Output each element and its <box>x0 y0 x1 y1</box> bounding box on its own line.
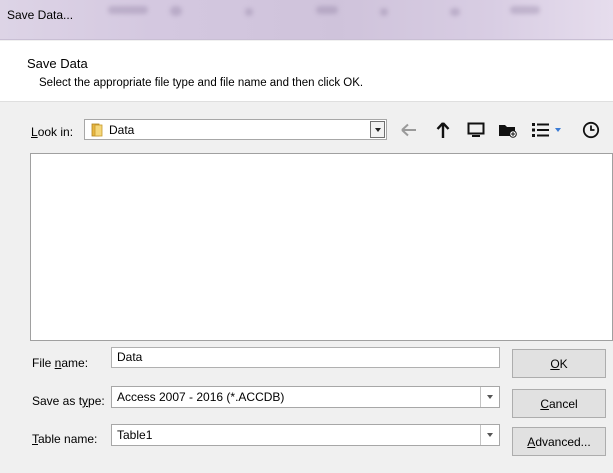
desktop-icon[interactable] <box>465 119 487 141</box>
dialog-instructions: Select the appropriate file type and fil… <box>39 77 364 89</box>
titlebar-blur <box>170 6 182 16</box>
file-list[interactable] <box>30 153 613 341</box>
view-menu-icon[interactable] <box>530 119 566 141</box>
titlebar-blur <box>316 6 338 14</box>
window-title: Save Data... <box>7 8 74 22</box>
table-name-value: Table1 <box>117 428 153 442</box>
file-name-input[interactable]: Data <box>111 347 500 368</box>
back-arrow-icon[interactable] <box>398 119 420 141</box>
folder-icon <box>89 123 105 140</box>
advanced-button[interactable]: Advanced... <box>512 427 606 456</box>
look-in-dropdown-button[interactable] <box>370 121 385 138</box>
titlebar-blur <box>450 8 460 16</box>
chevron-down-icon <box>374 127 381 132</box>
table-name-dropdown-button[interactable] <box>480 425 499 445</box>
file-name-label: File name: <box>32 356 89 370</box>
save-as-type-value: Access 2007 - 2016 (*.ACCDB) <box>117 390 285 404</box>
titlebar-blur <box>245 8 253 16</box>
ok-button[interactable]: OK <box>512 349 606 378</box>
dialog-heading: Save Data <box>27 56 88 71</box>
look-in-value: Data <box>109 123 135 137</box>
look-in-dropdown[interactable]: Data <box>84 119 387 140</box>
save-as-type-dropdown[interactable]: Access 2007 - 2016 (*.ACCDB) <box>111 386 500 408</box>
new-folder-icon[interactable] <box>497 119 519 141</box>
up-arrow-icon[interactable] <box>432 119 454 141</box>
save-as-type-label: Save as type: <box>32 394 105 408</box>
cancel-button[interactable]: Cancel <box>512 389 606 418</box>
save-data-dialog: Save Data... Save Data Select the approp… <box>0 0 613 473</box>
table-name-label: Table name: <box>32 432 98 446</box>
chevron-down-icon <box>487 395 493 399</box>
titlebar-blur <box>380 8 388 16</box>
title-bar[interactable]: Save Data... <box>0 0 613 40</box>
dialog-header: Save Data Select the appropriate file ty… <box>0 41 613 102</box>
recent-places-icon[interactable] <box>580 119 602 141</box>
titlebar-blur <box>108 6 148 14</box>
look-in-label: Look in: <box>31 125 74 139</box>
titlebar-blur <box>510 6 540 14</box>
table-name-dropdown[interactable]: Table1 <box>111 424 500 446</box>
save-as-type-dropdown-button[interactable] <box>480 387 499 407</box>
chevron-down-icon <box>487 433 493 437</box>
